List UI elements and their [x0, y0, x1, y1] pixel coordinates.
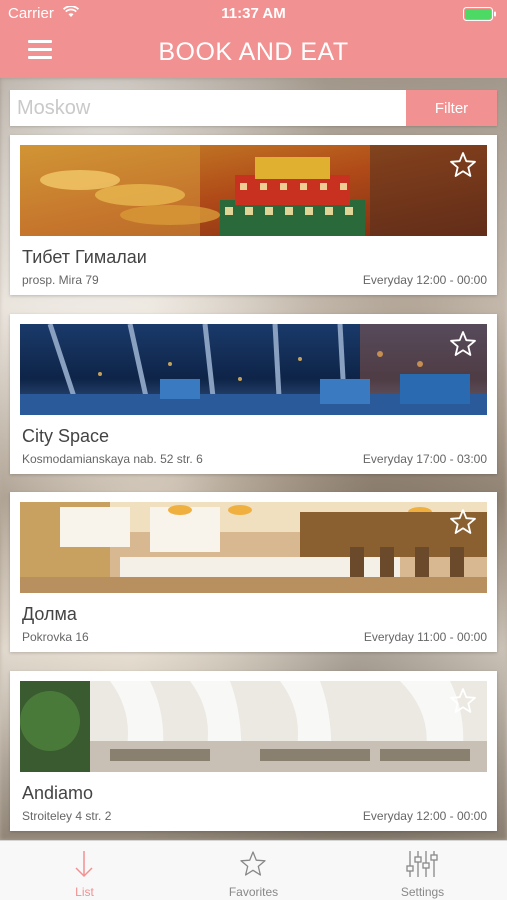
search-bar: Filter [10, 90, 497, 126]
restaurant-card[interactable]: Долма Pokrovka 16 Everyday 11:00 - 00:00 [10, 492, 497, 652]
restaurant-card[interactable]: City Space Kosmodamianskaya nab. 52 str.… [10, 314, 497, 474]
favorite-star-icon[interactable] [449, 687, 477, 715]
city-search-input[interactable] [10, 90, 406, 126]
restaurant-card[interactable]: Тибет Гималаи prosp. Mira 79 Everyday 12… [10, 135, 497, 295]
restaurant-address: Pokrovka 16 [22, 630, 89, 644]
restaurant-name: City Space [22, 426, 110, 446]
restaurant-photo [20, 502, 487, 593]
tab-favorites-label: Favorites [228, 885, 279, 899]
tab-settings-label: Settings [400, 885, 445, 899]
restaurant-photo [20, 145, 487, 236]
restaurant-card[interactable]: Andiamo Stroiteley 4 str. 2 Everyday 12:… [10, 671, 497, 831]
tab-settings[interactable]: Settings [338, 841, 507, 900]
restaurant-name: Тибет Гималаи [22, 247, 147, 267]
favorite-star-icon[interactable] [449, 330, 477, 358]
app-title: BOOK AND EAT [158, 38, 349, 66]
star-icon [240, 851, 266, 876]
restaurant-hours: Everyday 12:00 - 00:00 [362, 273, 487, 287]
arrow-down-icon [75, 851, 93, 878]
restaurant-hours: Everyday 17:00 - 03:00 [362, 452, 487, 466]
restaurant-hours: Everyday 12:00 - 00:00 [362, 809, 487, 823]
status-time: 11:37 AM [221, 5, 286, 22]
tab-bar: List Favorites Settings [0, 840, 507, 900]
restaurant-photo [20, 681, 487, 772]
tab-favorites[interactable]: Favorites [169, 841, 338, 900]
restaurant-address: prosp. Mira 79 [22, 273, 99, 287]
tab-list[interactable]: List [0, 841, 169, 900]
restaurant-address: Stroiteley 4 str. 2 [22, 809, 112, 823]
sliders-icon [406, 851, 438, 877]
favorite-star-icon[interactable] [449, 151, 477, 179]
app-header: Carrier 11:37 AM BOOK AND EAT [0, 0, 507, 78]
restaurant-name: Andiamo [22, 783, 94, 803]
tab-list-label: List [75, 885, 94, 899]
filter-button[interactable]: Filter [406, 90, 497, 126]
restaurant-photo [20, 324, 487, 415]
status-bar: Carrier 11:37 AM [0, 0, 507, 26]
restaurant-address: Kosmodamianskaya nab. 52 str. 6 [22, 452, 203, 466]
favorite-star-icon[interactable] [449, 508, 477, 536]
battery-icon [463, 7, 496, 21]
restaurant-name: Долма [22, 604, 77, 624]
restaurant-hours: Everyday 11:00 - 00:00 [363, 630, 487, 644]
